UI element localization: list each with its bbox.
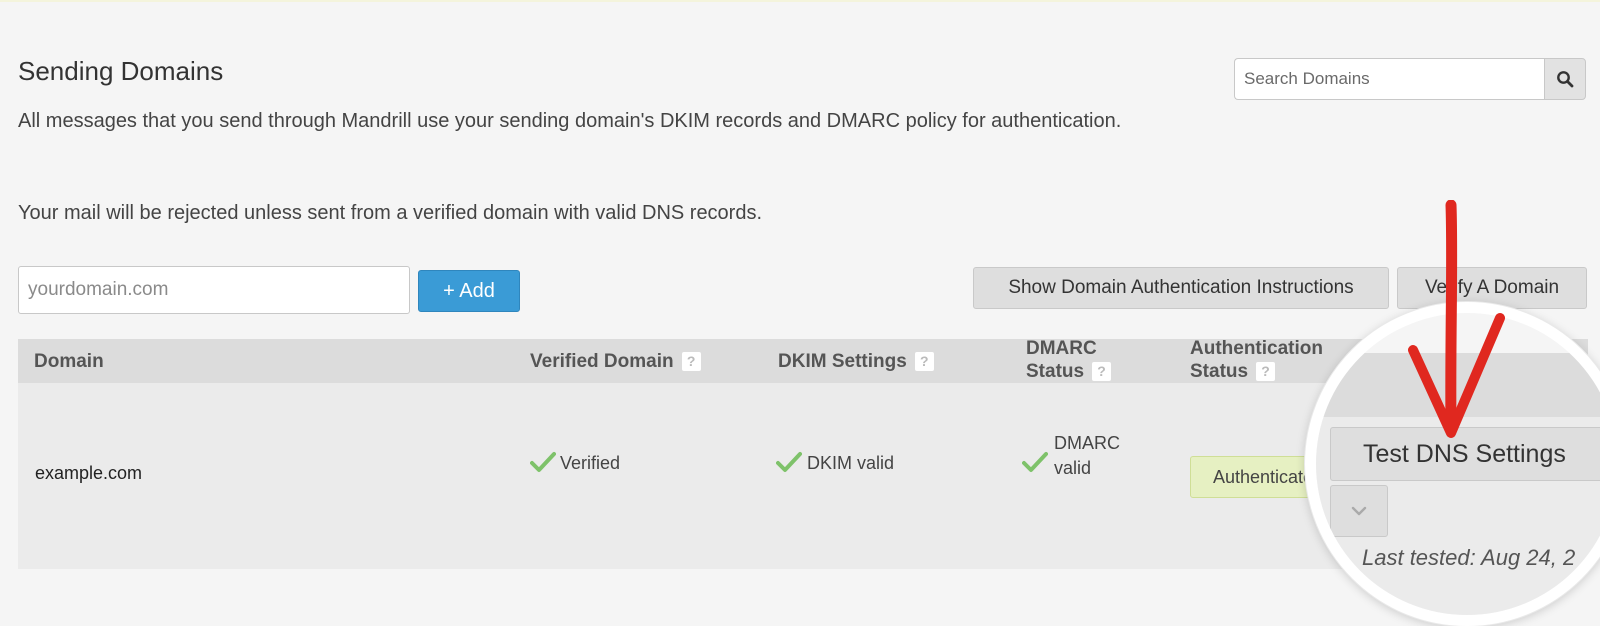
help-icon[interactable]: ? [914, 352, 934, 372]
header-auth-line2: Status [1190, 361, 1249, 382]
header-authentication-status: Authentication Status? [1190, 337, 1323, 383]
chevron-down-icon [1351, 506, 1367, 516]
check-icon [1022, 452, 1048, 472]
header-verified-label: Verified Domain [530, 351, 674, 372]
header-dmarc-status: DMARC Status? [1026, 337, 1112, 383]
page-description: All messages that you send through Mandr… [18, 110, 1122, 132]
dmarc-status: DMARC valid [1054, 431, 1120, 481]
help-icon[interactable]: ? [1256, 362, 1276, 382]
dmarc-status-line2: valid [1054, 458, 1092, 478]
more-actions-dropdown[interactable] [1330, 485, 1388, 537]
red-arrow-annotation [1408, 200, 1505, 438]
help-icon[interactable]: ? [681, 352, 701, 372]
header-dkim-settings: DKIM Settings? [778, 350, 934, 373]
help-icon[interactable]: ? [1092, 362, 1112, 382]
search-domains-input[interactable] [1234, 58, 1544, 100]
domain-name: example.com [35, 463, 143, 483]
search-icon [1557, 71, 1574, 88]
check-icon [530, 452, 556, 472]
search-box [1234, 58, 1586, 100]
header-dmarc-line1: DMARC [1026, 338, 1097, 359]
header-verified-domain: Verified Domain? [530, 350, 701, 373]
header-dkim-label: DKIM Settings [778, 351, 907, 372]
search-button[interactable] [1544, 58, 1586, 100]
page-title: Sending Domains [18, 56, 224, 86]
header-dmarc-line2: Status [1026, 361, 1085, 382]
header-domain: Domain [34, 351, 104, 372]
dmarc-status-line1: DMARC [1054, 433, 1120, 453]
last-tested-text: Last tested: Aug 24, 2 [1362, 545, 1576, 570]
show-instructions-button[interactable]: Show Domain Authentication Instructions [973, 267, 1389, 309]
header-auth-line1: Authentication [1190, 338, 1323, 359]
add-domain-button[interactable]: + Add [418, 270, 520, 312]
dns-warning: Your mail will be rejected unless sent f… [18, 202, 763, 224]
domain-input[interactable] [18, 266, 410, 314]
verified-status: Verified [560, 453, 621, 473]
top-border [0, 0, 1600, 2]
dkim-status: DKIM valid [807, 453, 895, 473]
check-icon [776, 452, 802, 472]
